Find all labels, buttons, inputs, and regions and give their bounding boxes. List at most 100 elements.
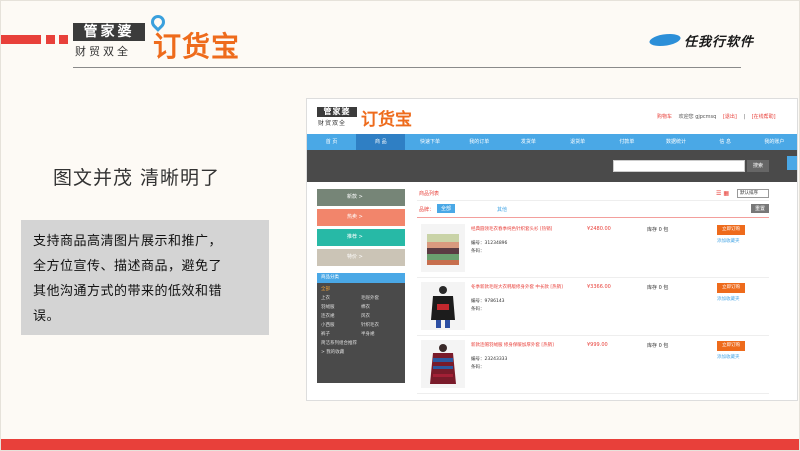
description-line: 全方位宣传、描述商品，避免了 (33, 259, 223, 274)
classify-item[interactable] (361, 340, 401, 346)
product-stock: 库存 0 包 (647, 227, 669, 233)
company-name: 任我行软件 (684, 35, 755, 50)
description-box: 支持商品高清图片展示和推广， 全方位宣传、描述商品，避免了 其他沟通方式的带来的… (21, 220, 269, 335)
classify-item[interactable]: 棉衣 (361, 304, 401, 310)
classify-item[interactable]: 风衣 (361, 313, 401, 319)
nav-messages[interactable]: 信 息 (701, 134, 750, 150)
classify-item[interactable]: 简洁系列组合推荐 (321, 340, 361, 346)
sort-select[interactable]: 默认排序 (737, 189, 769, 198)
product-price: ¥3366.00 (587, 284, 611, 290)
side-tab[interactable] (787, 156, 797, 170)
category-hot[interactable]: 热卖 > (317, 209, 405, 226)
footer-bar (1, 439, 799, 450)
classify-item[interactable]: 全部 (321, 286, 361, 292)
order-now-button[interactable]: 立即订购 (717, 225, 745, 235)
filter-label: 品牌： (419, 207, 435, 213)
shop-nav: 首 页 商 品 快速下单 我的订单 发货单 退货单 付款单 数据统计 信 息 我… (307, 134, 797, 150)
classify-item[interactable]: 羽绒服 (321, 304, 361, 310)
brand-subtitle: 财贸双全 (75, 45, 131, 58)
product-title[interactable]: 经典圆领毛衣春季纯色针织套头衫 [热销] (471, 226, 552, 232)
shop-logo-subtitle: 财贸双全 (318, 120, 347, 127)
brand-filter: 品牌： 全部 其他 重置 (417, 201, 769, 217)
slide: 管家婆 财贸双全 订货宝 任我行软件 图文并茂 清晰明了 支持商品高清图片展示和… (0, 0, 800, 451)
product-code: 编号：9786143 (471, 299, 505, 304)
product-stock: 库存 0 包 (647, 343, 669, 349)
nav-products[interactable]: 商 品 (356, 134, 406, 150)
accent-square (46, 35, 55, 44)
product-price: ¥999.00 (587, 342, 608, 348)
nav-home[interactable]: 首 页 (307, 134, 356, 150)
category-recommend[interactable]: 推荐 > (317, 229, 405, 246)
list-header: 商品列表 ☰ ▦ 默认排序 (417, 187, 769, 201)
product-image[interactable] (421, 282, 465, 330)
classify-item[interactable]: 半身裙 (361, 331, 401, 337)
add-favorite-link[interactable]: 添加收藏夹 (717, 354, 740, 360)
category-special[interactable]: 特价 > (317, 249, 405, 266)
product-code: 编号：23243333 (471, 357, 508, 362)
nav-payments[interactable]: 付款单 (602, 134, 651, 150)
product-code: 编号：31234896 (471, 241, 508, 246)
order-now-button[interactable]: 立即订购 (717, 341, 745, 351)
category-new[interactable]: 新款 > (317, 189, 405, 206)
brand-box: 管家婆 (73, 23, 145, 41)
swoosh-icon (647, 34, 683, 46)
list-item: 经典圆领毛衣春季纯色针织套头衫 [热销] 编号：31234896 条码： ¥24… (417, 220, 769, 278)
nav-my-orders[interactable]: 我的订单 (455, 134, 504, 150)
classify-item[interactable]: > 我的收藏 (321, 349, 361, 355)
list-item: 新款连帽羽绒服 修身保暖加厚外套 [热销] 编号：23243333 条码： ¥9… (417, 336, 769, 394)
classify-item[interactable]: 针织毛衣 (361, 322, 401, 328)
nav-delivery[interactable]: 发货单 (504, 134, 553, 150)
search-bar: 搜索 (307, 150, 797, 182)
cart-link[interactable]: 购物车 (657, 114, 672, 120)
product-classify: 商品分类 全部 上衣 毛呢外套 羽绒服 棉衣 连衣裙 风衣 小西服 针织毛衣 裤… (317, 273, 405, 383)
classify-item[interactable]: 毛呢外套 (361, 295, 401, 301)
header-divider (73, 67, 741, 68)
separator: | (743, 114, 746, 120)
description-line: 其他沟通方式的带来的低效和错 (33, 284, 223, 299)
help-link[interactable]: [在线帮助] (752, 114, 776, 120)
brand-name: 订货宝 (153, 30, 241, 63)
logout-link[interactable]: [退出] (723, 114, 737, 120)
filter-all[interactable]: 全部 (437, 204, 456, 213)
shop-logo-box: 管家婆 (317, 107, 357, 117)
product-title[interactable]: 新款连帽羽绒服 修身保暖加厚外套 [热销] (471, 342, 554, 348)
add-favorite-link[interactable]: 添加收藏夹 (717, 238, 740, 244)
accent-bar (1, 35, 41, 44)
nav-quick-order[interactable]: 快速下单 (405, 134, 454, 150)
nav-account[interactable]: 我的账户 (750, 134, 797, 150)
company-logo: 任我行软件 (647, 31, 799, 50)
classify-item[interactable]: 连衣裙 (321, 313, 361, 319)
shop-screenshot: 管家婆 财贸双全 订货宝 购物车 欢迎您 gjpcmsq [退出] | [在线帮… (306, 98, 798, 401)
divider (417, 217, 769, 218)
grid-view-icon[interactable]: ☰ ▦ (716, 191, 729, 197)
shop-logo-name: 订货宝 (361, 110, 412, 130)
product-title[interactable]: 冬季新款毛呢大衣韩版修身外套 中长款 [热销] (471, 284, 563, 290)
product-barcode: 条码： (471, 307, 485, 312)
search-button[interactable]: 搜索 (747, 160, 769, 172)
add-favorite-link[interactable]: 添加收藏夹 (717, 296, 740, 302)
product-list: 商品列表 ☰ ▦ 默认排序 品牌： 全部 其他 重置 经典圆领毛衣春季纯色针织套… (417, 187, 769, 400)
product-barcode: 条码： (471, 249, 485, 254)
classify-item[interactable]: 裤子 (321, 331, 361, 337)
order-now-button[interactable]: 立即订购 (717, 283, 745, 293)
classify-title: 商品分类 (317, 273, 405, 283)
description-line: 误。 (33, 309, 61, 324)
product-price: ¥2480.00 (587, 226, 611, 232)
list-item: 冬季新款毛呢大衣韩版修身外套 中长款 [热销] 编号：9786143 条码： ¥… (417, 278, 769, 336)
product-image[interactable] (421, 224, 465, 272)
classify-item[interactable]: 小西服 (321, 322, 361, 328)
welcome-text: 欢迎您 gjpcmsq (678, 114, 717, 120)
nav-returns[interactable]: 退货单 (553, 134, 602, 150)
product-barcode: 条码： (471, 365, 485, 370)
slide-heading: 图文并茂 清晰明了 (53, 167, 221, 189)
filter-other[interactable]: 其他 (497, 206, 507, 213)
list-title: 商品列表 (419, 191, 440, 197)
product-image[interactable] (421, 340, 465, 388)
search-input[interactable] (613, 160, 745, 172)
nav-statistics[interactable]: 数据统计 (651, 134, 700, 150)
classify-item[interactable] (361, 286, 401, 292)
classify-item[interactable]: 上衣 (321, 295, 361, 301)
description-line: 支持商品高清图片展示和推广， (33, 234, 223, 249)
filter-reset[interactable]: 重置 (750, 204, 769, 213)
classify-item[interactable] (361, 349, 401, 355)
